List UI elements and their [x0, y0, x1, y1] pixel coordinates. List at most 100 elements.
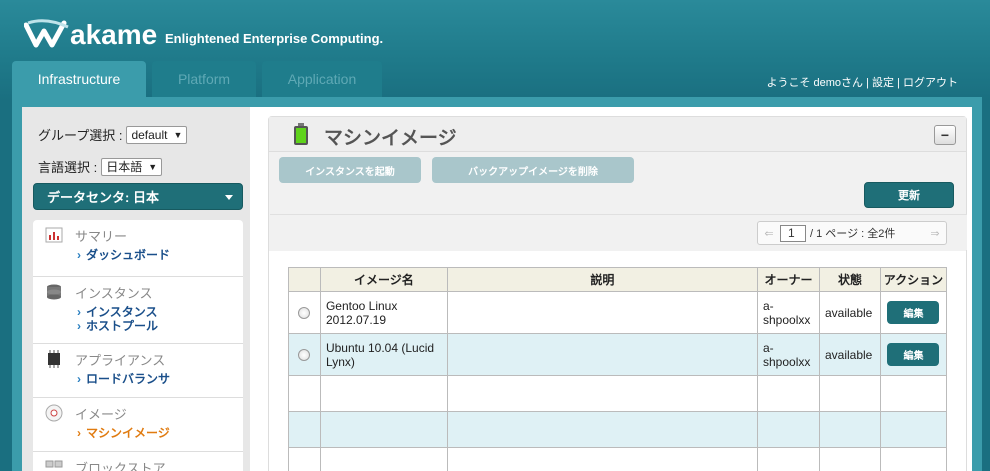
sidebar-item-dashboard[interactable]: › ダッシュボード [77, 246, 170, 263]
sidebar-link-label: ホストプール [86, 319, 159, 333]
collapse-button[interactable]: − [934, 125, 956, 145]
language-select-row: 言語選択 : 日本語 ▼ [38, 157, 163, 176]
language-select-label: 言語選択 : [38, 160, 98, 175]
panel-header: マシンイメージ − [269, 117, 966, 152]
datacenter-label: データセンタ: 日本 [47, 190, 159, 205]
user-bar: ようこそ demoさん | 設定 | ログアウト [766, 74, 958, 90]
edit-button[interactable]: 編集 [887, 301, 940, 324]
language-select-value: 日本語 [106, 160, 143, 174]
empty-cell [288, 447, 321, 471]
delete-backup-image-button[interactable]: バックアップイメージを削除 [432, 157, 634, 183]
battery-icon [294, 123, 308, 145]
select-cell [288, 291, 321, 334]
prev-page-icon[interactable]: ⇐ [758, 227, 780, 240]
menu-title-summary: サマリー [75, 229, 128, 244]
empty-cell [288, 375, 321, 412]
sidebar-item-machine-image[interactable]: › マシンイメージ [77, 424, 170, 441]
dropdown-arrow-icon: ▼ [148, 161, 158, 172]
group-select[interactable]: default ▼ [126, 125, 188, 144]
empty-cell [879, 447, 948, 471]
table-header-row: イメージ名 説明 オーナー 状態 アクション [288, 267, 948, 292]
row-radio[interactable] [298, 306, 311, 319]
action-cell: 編集 [879, 333, 948, 376]
tab-application[interactable]: Application [262, 61, 382, 97]
welcome-text: ようこそ demoさん [766, 77, 864, 89]
column-header-image-name[interactable]: イメージ名 [319, 267, 448, 292]
next-page-icon[interactable]: ⇒ [924, 227, 946, 240]
empty-cell [818, 375, 881, 412]
description-cell [446, 291, 759, 334]
dropdown-arrow-icon: ▼ [173, 129, 183, 140]
column-header-description[interactable]: 説明 [446, 267, 759, 292]
menu-title-instances: インスタンス [75, 286, 153, 301]
table-row-empty [288, 411, 948, 448]
sidebar-item-load-balancer[interactable]: › ロードバランサ [77, 370, 170, 387]
separator: | [897, 77, 900, 89]
empty-cell [757, 411, 820, 448]
image-name-cell: Ubuntu 10.04 (Lucid Lynx) [319, 333, 448, 376]
logout-link[interactable]: ログアウト [903, 77, 958, 89]
tagline: Enlightened Enterprise Computing. [165, 31, 384, 46]
empty-cell [757, 375, 820, 412]
table-row[interactable]: Ubuntu 10.04 (Lucid Lynx) a-shpoolxx ava… [288, 333, 948, 376]
page-title: マシンイメージ [324, 128, 457, 149]
chip-icon [48, 350, 60, 368]
table-row[interactable]: Gentoo Linux 2012.07.19 a-shpoolxx avail… [288, 291, 948, 334]
logo-text: akame [70, 19, 158, 50]
language-select[interactable]: 日本語 ▼ [101, 157, 163, 176]
pagination: ⇐ 1 / 1 ページ : 全2件 ⇒ [757, 221, 947, 245]
pager-area: ⇐ 1 / 1 ページ : 全2件 ⇒ [270, 214, 967, 250]
chevron-right-icon: › [77, 426, 81, 440]
empty-cell [879, 411, 948, 448]
menu-title-images: イメージ [75, 407, 127, 422]
column-header-owner[interactable]: オーナー [757, 267, 820, 292]
launch-instance-button[interactable]: インスタンスを起動 [279, 157, 421, 183]
column-header-state[interactable]: 状態 [818, 267, 881, 292]
empty-cell [757, 447, 820, 471]
blocks-icon [45, 460, 63, 468]
state-cell: available [818, 333, 881, 376]
description-cell [446, 333, 759, 376]
sidebar-menu: サマリー ›ダッシュボード インスタンス ›インスタンス ›ホストプール [33, 220, 243, 471]
empty-cell [879, 375, 948, 412]
separator: | [866, 77, 869, 89]
sidebar-link-label: マシンイメージ [86, 426, 170, 440]
menu-group-summary: サマリー › ダッシュボード [33, 220, 243, 277]
settings-link[interactable]: 設定 [872, 77, 894, 89]
datacenter-dropdown[interactable]: データセンタ: 日本 [33, 183, 243, 210]
machine-image-panel: マシンイメージ − インスタンスを起動 バックアップイメージを削除 更新 ⇐ 1… [268, 116, 967, 471]
refresh-button[interactable]: 更新 [864, 182, 954, 208]
database-icon [47, 284, 61, 300]
sidebar: グループ選択 : default ▼ 言語選択 : 日本語 ▼ データセンタ: … [22, 107, 250, 471]
chevron-right-icon: › [77, 319, 81, 333]
chart-icon [45, 227, 63, 243]
menu-title-appliances: アプライアンス [75, 353, 166, 368]
row-radio[interactable] [298, 348, 311, 361]
empty-cell [319, 411, 448, 448]
empty-cell [818, 447, 881, 471]
chevron-right-icon: › [77, 372, 81, 386]
page-number-input[interactable]: 1 [780, 224, 806, 242]
image-table: イメージ名 説明 オーナー 状態 アクション Gentoo Linux 2012… [288, 267, 948, 471]
empty-cell [818, 411, 881, 448]
owner-cell: a-shpoolxx [757, 291, 820, 334]
state-cell: available [818, 291, 881, 334]
tab-infrastructure[interactable]: Infrastructure [12, 61, 146, 97]
tab-platform[interactable]: Platform [152, 61, 256, 97]
sidebar-link-label: ロードバランサ [86, 372, 171, 386]
table-area: イメージ名 説明 オーナー 状態 アクション Gentoo Linux 2012… [269, 251, 966, 471]
image-name-cell: Gentoo Linux 2012.07.19 [319, 291, 448, 334]
table-row-empty [288, 447, 948, 471]
group-select-value: default [131, 127, 168, 142]
wakame-w-logo-icon [24, 19, 69, 48]
group-select-row: グループ選択 : default ▼ [38, 125, 188, 144]
menu-group-block-store: ブロックストア [33, 452, 243, 471]
sidebar-item-host-pool[interactable]: › ホストプール [77, 317, 158, 334]
edit-button[interactable]: 編集 [887, 343, 940, 366]
action-cell: 編集 [879, 291, 948, 334]
table-row-empty [288, 375, 948, 412]
select-cell [288, 333, 321, 376]
menu-group-appliances: アプライアンス › ロードバランサ [33, 344, 243, 398]
menu-group-images: イメージ › マシンイメージ [33, 398, 243, 452]
wakame-logo[interactable]: akame [24, 16, 157, 52]
